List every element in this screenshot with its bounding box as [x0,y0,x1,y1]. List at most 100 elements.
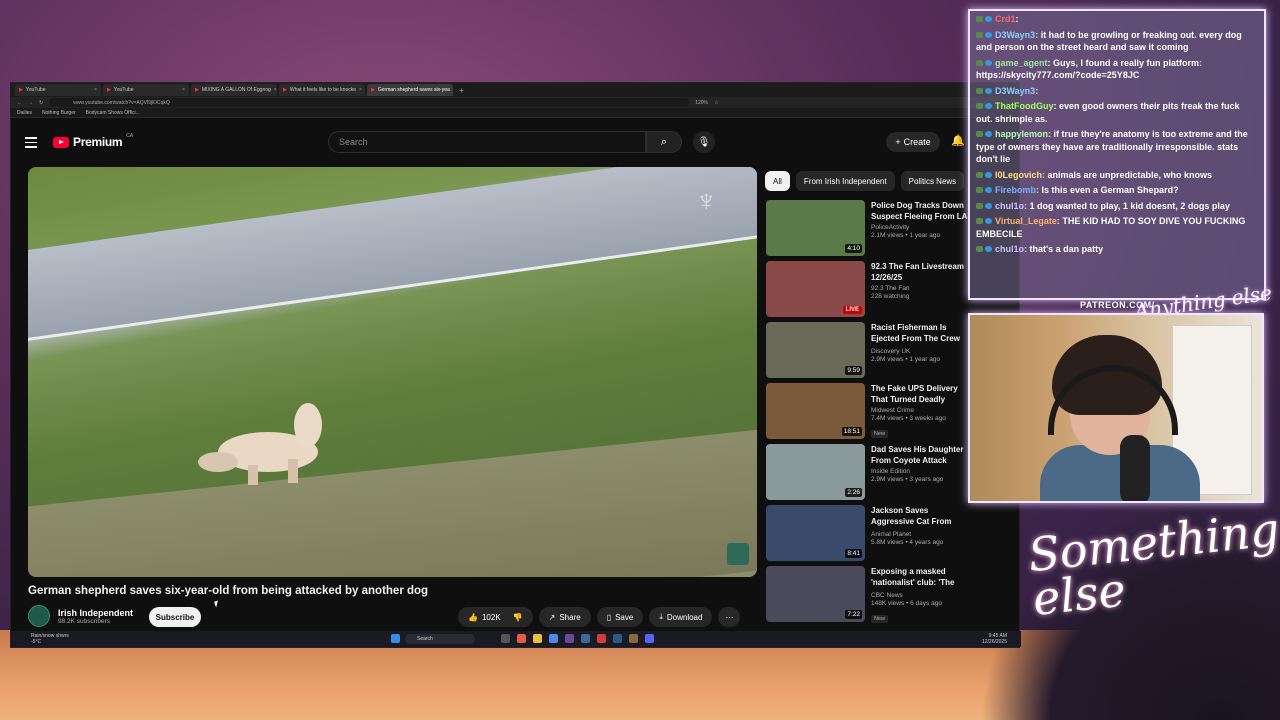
video-title[interactable]: Dad Saves His Daughter From Coyote Attac… [871,444,971,466]
video-info: Dad Saves His Daughter From Coyote Attac… [871,444,971,502]
app-icon[interactable] [549,634,558,643]
app-icon[interactable] [581,634,590,643]
obs-icon[interactable] [565,634,574,643]
video-title: German shepherd saves six-year-old from … [28,585,429,597]
browser-tab[interactable]: ▶ YouTube × [103,84,189,96]
like-button[interactable]: 👍 102K 👎 [458,607,533,627]
download-button[interactable]: ⤓ Download [649,607,713,627]
youtube-logo[interactable]: Premium CA [53,133,133,149]
bookmark-item[interactable]: Nothing Burger [42,110,76,116]
video-thumbnail[interactable]: 9:59 [766,322,865,378]
channel-name[interactable]: Irish Independent [58,608,133,618]
browser-tab[interactable]: ▶ YouTube × [15,84,101,96]
forward-icon[interactable]: → [28,100,33,106]
chat-username[interactable]: D3Wayn3 [995,30,1035,40]
video-channel[interactable]: PoliceActivity [871,224,971,231]
discord-icon[interactable] [645,634,654,643]
video-title[interactable]: Racist Fisherman Is Ejected From The Cre… [871,322,971,346]
share-button[interactable]: ↗ Share [538,607,591,627]
search-icon[interactable]: ⌕ [646,131,682,153]
hamburger-menu-icon[interactable] [25,137,37,148]
chat-message: chul1o: 1 dog wanted to play, 1 kid does… [976,200,1258,213]
file-explorer-icon[interactable] [533,634,542,643]
recommended-video[interactable]: 7:22 Exposing a masked 'nationalist' club… [766,566,1016,624]
chat-username[interactable]: chul1o [995,244,1024,254]
chat-username[interactable]: Virtual_Legate [995,216,1057,226]
windows-start-icon[interactable] [391,634,400,643]
video-title[interactable]: The Fake UPS Delivery That Turned Deadly [871,383,971,405]
weather-widget[interactable]: Rain/snow shwrs -5°C [31,633,69,645]
browser-tab[interactable]: ▶ What it feels like to be knocke × [279,84,365,96]
chat-username[interactable]: ThatFoodGuy [995,101,1054,111]
chat-username[interactable]: chul1o [995,201,1024,211]
chrome-icon[interactable] [597,634,606,643]
thumbs-down-icon[interactable]: 👎 [513,613,523,622]
like-count: 102K [481,612,501,622]
video-channel[interactable]: Discovery UK [871,348,971,355]
video-title[interactable]: 92.3 The Fan Livestream 12/26/25 [871,261,971,283]
video-channel[interactable]: 92.3 The Fan [871,285,971,292]
task-view-icon[interactable] [501,634,510,643]
video-thumbnail[interactable]: 7:22 [766,566,865,622]
close-tab-icon[interactable]: × [182,87,185,93]
filter-chips: All From Irish Independent Politics News [765,171,965,191]
browser-tab[interactable]: ▶ MIXING A GALLON Of Eggnog × [191,84,277,96]
video-title[interactable]: Jackson Saves Aggressive Cat From Being … [871,505,971,529]
new-tab-icon[interactable]: + [459,86,464,95]
search-input[interactable]: Search [328,131,646,153]
reload-icon[interactable]: ↻ [39,100,43,106]
video-thumbnail[interactable]: 2:26 [766,444,865,500]
close-tab-icon[interactable]: × [274,87,277,93]
recommended-video[interactable]: 8:41 Jackson Saves Aggressive Cat From Be… [766,505,1016,563]
video-thumbnail[interactable]: 18:51 [766,383,865,439]
channel-watermark-icon[interactable] [727,543,749,565]
video-duration: 9:59 [845,366,862,375]
video-thumbnail[interactable]: 8:41 [766,505,865,561]
bookmark-item[interactable]: Bodycam Shows Offici... [86,110,140,116]
video-channel[interactable]: Midwest Crime [871,407,971,414]
save-button[interactable]: ▯ Save [596,607,644,627]
bookmark-item[interactable]: Dailies [17,110,32,116]
url-field[interactable]: www.youtube.com/watch?v=AQVl9jlOCqkQ [49,98,690,107]
video-meta: 7.4M views • 3 weeks ago [871,415,946,422]
video-title[interactable]: Exposing a masked 'nationalist' club: 'T… [871,566,971,590]
filter-chip[interactable]: Politics News [900,171,965,191]
browser-app-icon[interactable] [517,634,526,643]
steam-icon[interactable] [613,634,622,643]
browser-tab[interactable]: ▶German shepherd saves six-yea× [367,84,453,96]
chat-username[interactable]: Crd1 [995,14,1016,24]
back-icon[interactable]: ← [17,100,22,106]
chat-username[interactable]: l0Legovich [995,170,1042,180]
video-player[interactable]: ♆ [28,167,757,577]
video-duration: 4:10 [845,244,862,253]
filter-chip[interactable]: All [765,171,790,191]
create-button[interactable]: + Create [886,132,940,152]
bell-icon[interactable]: 🔔 [951,134,965,147]
youtube-header: Premium CA Search ⌕ 🎙 + Create 🔔 [11,119,1021,165]
video-channel[interactable]: CBC News [871,592,971,599]
taskbar-clock[interactable]: 9:45 AM 12/26/2025 [982,633,1007,645]
filter-chip[interactable]: From Irish Independent [795,171,895,191]
chat-username[interactable]: D3Wayn3 [995,86,1035,96]
app-icon[interactable] [629,634,638,643]
video-title[interactable]: Police Dog Tracks Down Suspect Fleeing F… [871,200,971,222]
taskbar-icons [391,634,400,643]
bookmark-star-icon[interactable]: ☆ [714,100,718,106]
video-thumbnail[interactable]: 4:10 [766,200,865,256]
video-duration: 2:26 [845,488,862,497]
video-channel[interactable]: Inside Edition [871,468,971,475]
close-tab-icon[interactable]: × [94,87,97,93]
taskbar-search[interactable]: Search [405,634,475,644]
channel-avatar[interactable] [28,605,50,627]
chat-username[interactable]: Firebomb [995,185,1036,195]
video-thumbnail[interactable]: LIVE [766,261,865,317]
more-options-button[interactable]: ⋯ [718,607,741,627]
microphone-icon[interactable]: 🎙 [693,131,715,153]
close-tab-icon[interactable]: × [359,87,362,93]
video-channel[interactable]: Animal Planet [871,531,971,538]
zoom-badge[interactable]: 120% [695,100,708,106]
chat-username[interactable]: game_agent [995,58,1048,68]
tab-favicon-icon: ▶ [19,87,23,93]
subscribe-button[interactable]: Subscribe [149,607,201,627]
chat-username[interactable]: happylemon [995,129,1048,139]
